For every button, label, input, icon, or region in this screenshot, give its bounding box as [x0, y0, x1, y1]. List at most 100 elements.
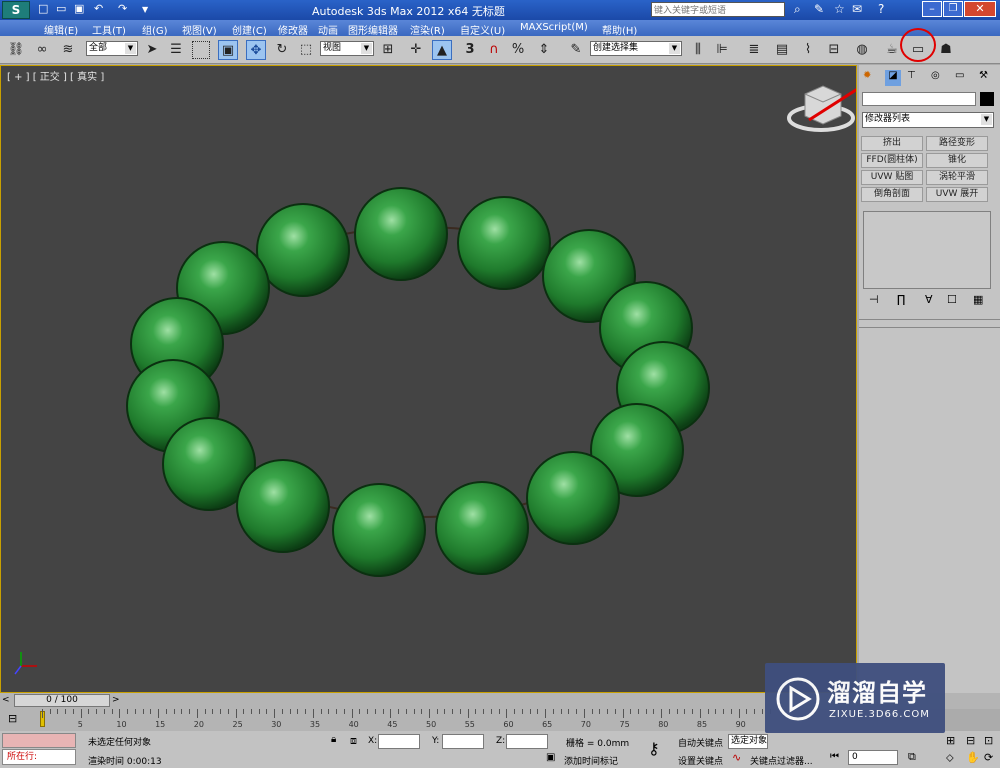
mini-curve-editor-icon[interactable]: ⊟: [8, 712, 17, 725]
hierarchy-tab-icon[interactable]: ⊤: [907, 70, 916, 81]
star-icon[interactable]: ☆: [834, 2, 845, 16]
add-time-tag-button[interactable]: 添加时间标记: [564, 754, 618, 767]
open-file-icon[interactable]: ▭: [56, 2, 66, 15]
create-tab-icon[interactable]: ✹: [863, 70, 871, 81]
layer-manager-icon[interactable]: ≣: [744, 40, 764, 60]
modifier-list-dropdown[interactable]: 修改器列表 ▼: [862, 112, 994, 128]
menu-maxscript[interactable]: MAXScript(M): [520, 22, 588, 33]
time-slider-thumb[interactable]: 0 / 100: [14, 694, 110, 707]
key-icon[interactable]: ⚷: [648, 739, 660, 758]
zoom-extents-icon[interactable]: ⊞: [946, 734, 955, 747]
unlink-icon[interactable]: ∞: [32, 40, 52, 60]
pan-icon[interactable]: ✋: [966, 751, 980, 764]
exchange-icon[interactable]: ✉: [852, 2, 862, 16]
menu-help[interactable]: 帮助(H): [602, 22, 637, 37]
material-editor-icon[interactable]: ◍: [852, 40, 872, 60]
remove-modifier-icon[interactable]: ☐: [947, 293, 957, 306]
modifier-button[interactable]: FFD(圆柱体): [861, 153, 923, 168]
minimize-button[interactable]: –: [922, 1, 942, 17]
close-button[interactable]: ✕: [964, 1, 996, 17]
select-object-icon[interactable]: ➤: [142, 40, 162, 60]
modifier-button[interactable]: 涡轮平滑: [926, 170, 988, 185]
menu-rendering[interactable]: 渲染(R): [410, 22, 445, 37]
wrench-icon[interactable]: ✎: [814, 2, 824, 16]
save-file-icon[interactable]: ▣: [74, 2, 84, 15]
pin-stack-icon[interactable]: ⊣: [869, 293, 879, 306]
select-by-name-icon[interactable]: ☰: [166, 40, 186, 60]
goto-start-icon[interactable]: ⏮: [830, 751, 839, 762]
percent-snap-icon[interactable]: %: [508, 40, 528, 60]
select-rotate-icon[interactable]: ↻: [272, 40, 292, 60]
select-manipulate-icon[interactable]: ✛: [406, 40, 426, 60]
redo-icon[interactable]: ↷: [118, 2, 127, 15]
object-name-field[interactable]: [862, 92, 976, 106]
absolute-mode-icon[interactable]: ⧈: [350, 734, 357, 748]
binoculars-icon[interactable]: ⌕: [794, 2, 801, 17]
track-bar[interactable]: ⊟ 5 10 15 20 25 30 35 40 45 50 55 60 65 70 75 80 85 90: [0, 709, 771, 731]
snaps-toggle-icon[interactable]: 3: [460, 40, 480, 60]
time-config-icon[interactable]: ⧉: [908, 750, 916, 764]
zoom-all-icon[interactable]: ⊟: [966, 734, 975, 747]
align-icon[interactable]: ⊫: [712, 40, 732, 60]
help-icon[interactable]: ?: [878, 2, 884, 16]
angle-snap-icon[interactable]: ∩: [484, 40, 504, 60]
modifier-button[interactable]: 路径变形: [926, 136, 988, 151]
z-coordinate-field[interactable]: [506, 734, 548, 749]
key-filter-icon[interactable]: ∿: [732, 751, 741, 764]
field-of-view-icon[interactable]: ⬦: [946, 751, 954, 765]
ref-coord-dropdown[interactable]: 视图 ▼: [320, 41, 374, 56]
bind-spacewarp-icon[interactable]: ≋: [58, 40, 78, 60]
menu-group[interactable]: 组(G): [142, 22, 168, 37]
utilities-tab-icon[interactable]: ⚒: [979, 70, 988, 81]
set-key-button[interactable]: 设置关键点: [678, 754, 723, 767]
spinner-snap-icon[interactable]: ⇕: [534, 40, 554, 60]
rect-selection-icon[interactable]: [192, 41, 210, 59]
select-move-icon[interactable]: ✥: [246, 40, 266, 60]
menu-views[interactable]: 视图(V): [182, 22, 217, 37]
ribbon-icon[interactable]: ▤: [772, 40, 792, 60]
key-mode-dropdown[interactable]: 选定对象: [728, 734, 768, 749]
auto-key-button[interactable]: 自动关键点: [678, 736, 723, 749]
maximize-viewport-icon[interactable]: ⊡: [984, 734, 993, 747]
mirror-icon[interactable]: ⫼: [688, 40, 708, 60]
link-icon[interactable]: ⛓: [6, 40, 26, 60]
search-input[interactable]: [651, 2, 785, 17]
menu-modifiers[interactable]: 修改器: [278, 22, 308, 37]
modifier-button[interactable]: 倒角剖面: [861, 187, 923, 202]
app-logo-icon[interactable]: S: [2, 1, 30, 19]
render-setup-icon[interactable]: ☕: [882, 40, 902, 60]
keyboard-shortcut-icon[interactable]: ▲: [432, 40, 452, 60]
modifier-button[interactable]: 锥化: [926, 153, 988, 168]
select-scale-icon[interactable]: ⬚: [296, 40, 316, 60]
prev-frame-icon[interactable]: <: [2, 695, 10, 705]
selection-filter-dropdown[interactable]: 全部 ▼: [86, 41, 138, 56]
modifier-button[interactable]: UVW 展开: [926, 187, 988, 202]
modifier-button[interactable]: UVW 贴图: [861, 170, 923, 185]
dropdown-icon[interactable]: ▼: [142, 5, 148, 14]
lock-icon[interactable]: 🔒︎: [331, 734, 336, 745]
menu-edit[interactable]: 编辑(E): [44, 22, 78, 37]
window-crossing-icon[interactable]: ▣: [218, 40, 238, 60]
modifier-stack-list[interactable]: [863, 211, 991, 289]
maxscript-listener-top[interactable]: [2, 733, 76, 748]
viewcube-icon[interactable]: [787, 85, 855, 132]
new-file-icon[interactable]: □: [38, 2, 48, 15]
object-color-swatch[interactable]: [980, 92, 994, 106]
time-tag-icon[interactable]: ▣: [546, 752, 555, 763]
y-coordinate-field[interactable]: [442, 734, 484, 749]
menu-create[interactable]: 创建(C): [232, 22, 267, 37]
configure-sets-icon[interactable]: ▦: [973, 293, 983, 306]
maxscript-listener-bottom[interactable]: 所在行:: [2, 749, 76, 765]
key-filters-button[interactable]: 关键点过滤器...: [750, 754, 813, 767]
modify-tab-icon[interactable]: ◪: [885, 70, 901, 86]
show-end-result-icon[interactable]: ∏: [897, 293, 905, 306]
motion-tab-icon[interactable]: ◎: [931, 70, 940, 81]
current-frame-field[interactable]: 0: [848, 750, 898, 765]
modifier-button[interactable]: 挤出: [861, 136, 923, 151]
menu-graph-editors[interactable]: 图形编辑器: [348, 22, 398, 37]
make-unique-icon[interactable]: ∀: [925, 293, 933, 306]
perspective-viewport[interactable]: [ + ] [ 正交 ] [ 真实 ]: [0, 65, 857, 693]
menu-customize[interactable]: 自定义(U): [460, 22, 505, 37]
edit-named-sets-icon[interactable]: ✎: [566, 40, 586, 60]
menu-animation[interactable]: 动画: [318, 22, 338, 37]
